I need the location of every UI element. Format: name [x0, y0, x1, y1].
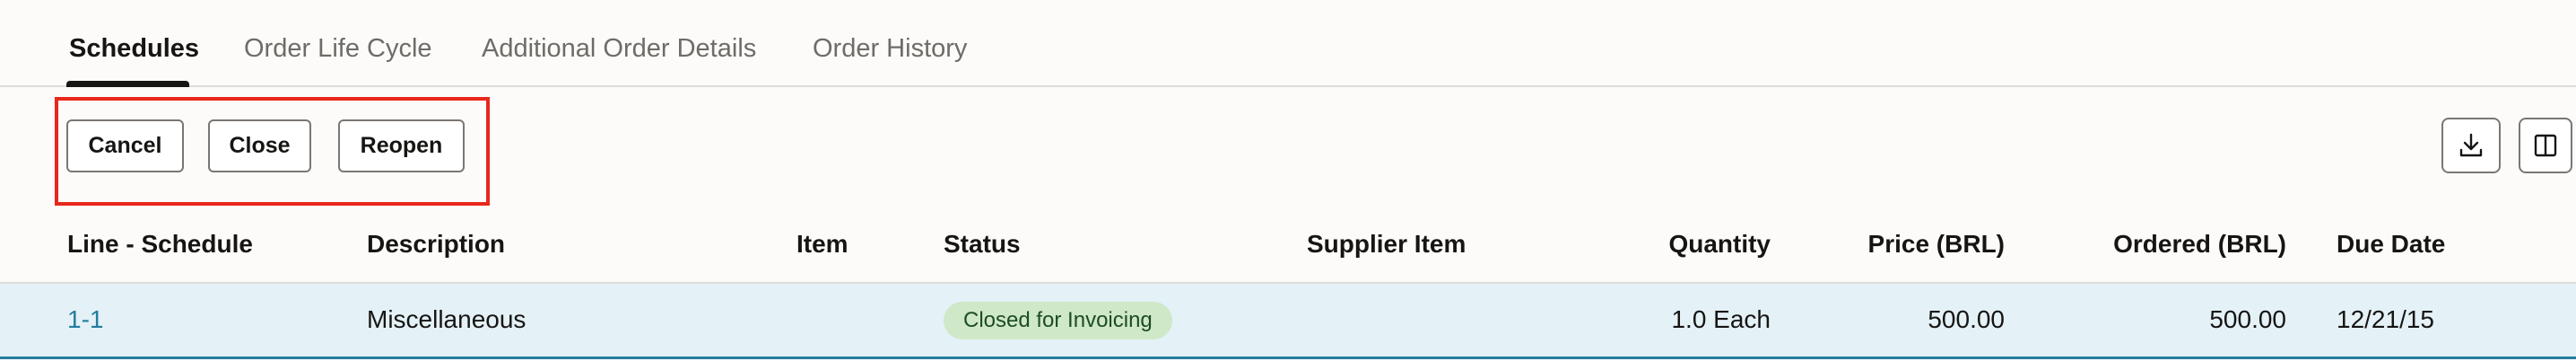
column-header-due-date[interactable]: Due Date — [2337, 230, 2445, 259]
description-cell: Miscellaneous — [367, 305, 527, 333]
column-header-item[interactable]: Item — [796, 230, 849, 259]
active-tab-indicator — [66, 81, 189, 87]
column-header-line-schedule[interactable]: Line - Schedule — [67, 230, 253, 259]
quantity-cell: 1.0 Each — [1671, 305, 1771, 333]
tab-schedules[interactable]: Schedules — [69, 34, 199, 64]
column-header-price[interactable]: Price (BRL) — [1868, 230, 2005, 259]
reopen-button[interactable]: Reopen — [338, 119, 465, 172]
column-header-description[interactable]: Description — [367, 230, 505, 259]
table-header: Line - Schedule Description Item Status … — [0, 212, 2576, 284]
line-schedule-link[interactable]: 1-1 — [67, 305, 103, 334]
column-header-quantity[interactable]: Quantity — [1668, 230, 1771, 259]
close-button[interactable]: Close — [208, 119, 311, 172]
columns-button[interactable] — [2519, 118, 2572, 173]
cancel-button[interactable]: Cancel — [66, 119, 184, 172]
column-header-ordered[interactable]: Ordered (BRL) — [2113, 230, 2286, 259]
ordered-cell: 500.00 — [2209, 305, 2286, 333]
tab-additional-order-details[interactable]: Additional Order Details — [482, 34, 756, 64]
columns-icon — [2534, 134, 2557, 157]
download-icon — [2459, 133, 2483, 157]
status-badge: Closed for Invoicing — [944, 302, 1172, 339]
tab-order-history[interactable]: Order History — [813, 34, 967, 64]
table-row[interactable]: 1-1 Miscellaneous Closed for Invoicing 1… — [0, 284, 2576, 359]
export-button[interactable] — [2441, 118, 2501, 173]
tab-order-life-cycle[interactable]: Order Life Cycle — [244, 34, 432, 64]
due-date-cell: 12/21/15 — [2337, 305, 2434, 333]
tab-bar: Schedules Order Life Cycle Additional Or… — [0, 0, 2576, 87]
price-cell: 500.00 — [1928, 305, 2005, 333]
column-header-status[interactable]: Status — [944, 230, 1021, 259]
column-header-supplier-item[interactable]: Supplier Item — [1307, 230, 1466, 259]
